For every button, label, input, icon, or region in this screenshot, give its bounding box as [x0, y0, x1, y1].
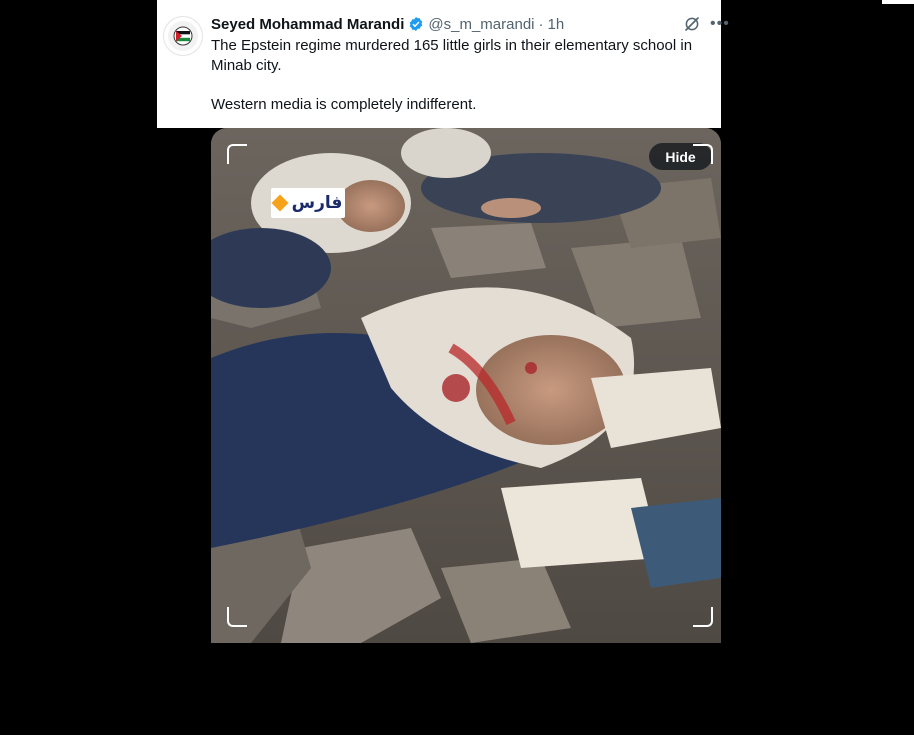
tweet-header: Seyed Mohammad Marandi @s_m_marandi · 1h [211, 13, 564, 35]
grok-icon[interactable] [683, 15, 701, 33]
author-name[interactable]: Seyed Mohammad Marandi [211, 16, 404, 33]
bottom-edge [0, 735, 914, 739]
top-right-edge [882, 0, 914, 4]
tweet-timestamp[interactable]: 1h [548, 16, 565, 33]
corner-bracket-icon [693, 144, 713, 164]
corner-bracket-icon [227, 144, 247, 164]
tweet-text: The Epstein regime murdered 165 little g… [211, 36, 716, 115]
fars-watermark: فارس [271, 188, 345, 218]
corner-bracket-icon [693, 607, 713, 627]
tweet-text-line2: Western media is completely indifferent. [211, 96, 477, 113]
more-icon[interactable]: ••• [710, 15, 729, 33]
tweet-media[interactable]: فارس Hide [211, 128, 721, 643]
author-handle[interactable]: @s_m_marandi [428, 16, 534, 33]
fars-logo-text: فارس [291, 193, 343, 213]
tweet-text-line1: The Epstein regime murdered 165 little g… [211, 37, 693, 74]
separator-dot: · [538, 15, 544, 33]
palestine-flag-avatar-icon [168, 21, 198, 51]
corner-bracket-icon [227, 607, 247, 627]
verified-badge-icon [410, 17, 423, 31]
fars-diamond-icon [271, 194, 289, 212]
author-avatar[interactable] [163, 16, 203, 56]
